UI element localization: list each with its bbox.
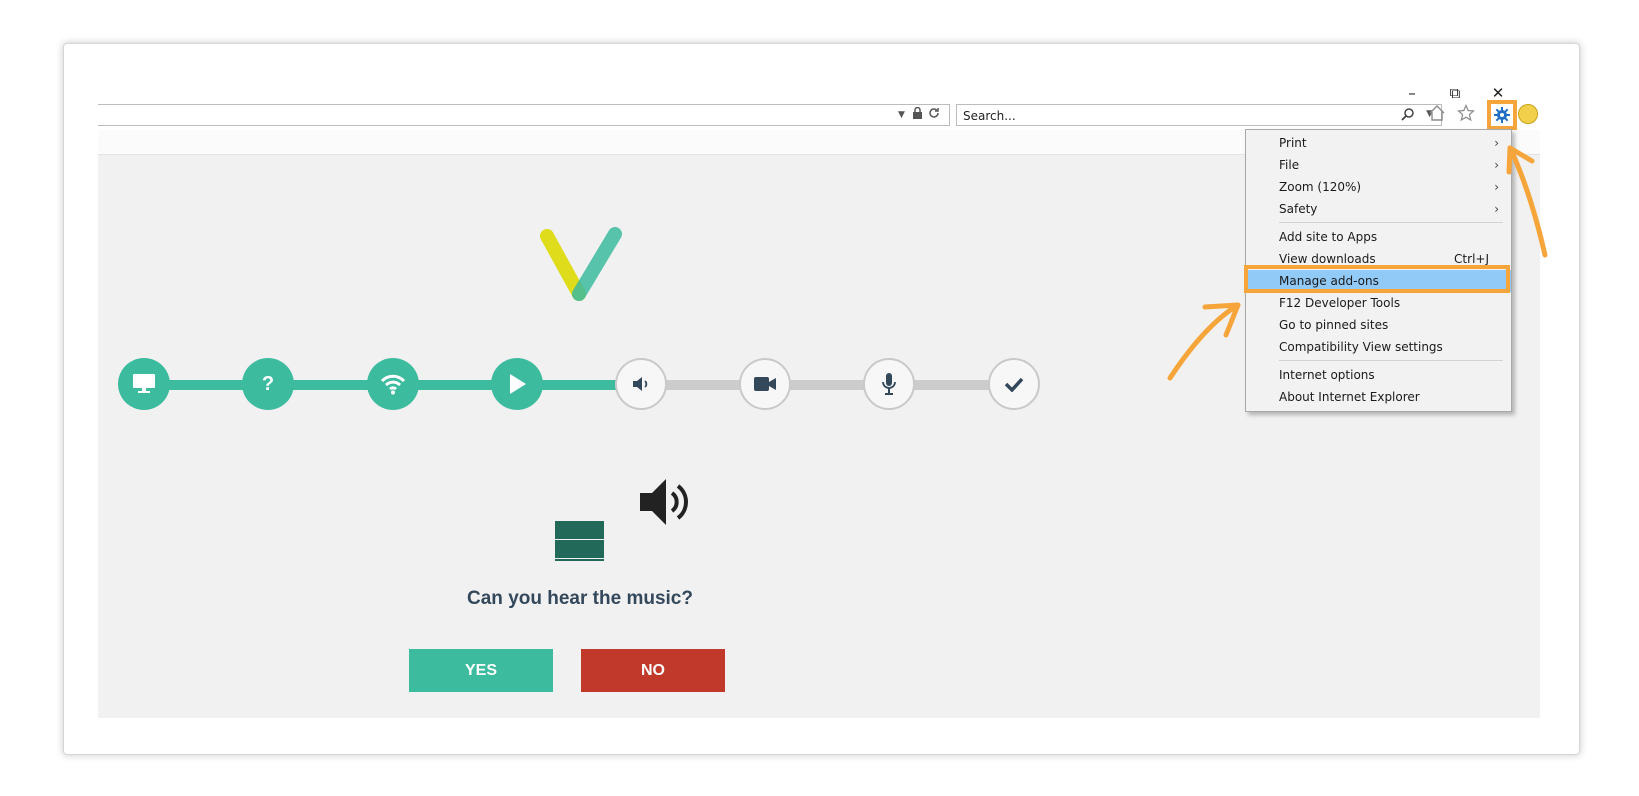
sound-level-meter: [555, 517, 605, 567]
highlight-box-manage-addons: [1244, 265, 1510, 293]
search-icon[interactable]: [1401, 107, 1415, 125]
chevron-right-icon: ›: [1494, 136, 1499, 150]
menu-separator: [1279, 222, 1503, 223]
menu-item-zoom[interactable]: Zoom (120%) ›: [1246, 176, 1511, 198]
refresh-icon[interactable]: [928, 107, 940, 122]
menu-item-label: Print: [1279, 136, 1307, 150]
menu-item-label: Add site to Apps: [1279, 230, 1378, 244]
gear-icon: [1494, 107, 1510, 123]
step-microphone: [863, 358, 915, 410]
progress-remaining-line: [625, 380, 1025, 390]
question-icon: ?: [261, 372, 275, 395]
play-icon: [510, 374, 526, 394]
menu-item-label: About Internet Explorer: [1279, 390, 1420, 404]
restore-button[interactable]: ⧉: [1444, 84, 1466, 102]
step-video: [739, 358, 791, 410]
step-connection: [367, 358, 419, 410]
menu-item-about[interactable]: About Internet Explorer: [1246, 386, 1511, 408]
step-question: ?: [242, 358, 294, 410]
address-bar[interactable]: ▼: [98, 104, 950, 126]
menu-separator: [1279, 360, 1503, 361]
menu-item-add-site[interactable]: Add site to Apps: [1246, 226, 1511, 248]
audio-question: Can you hear the music?: [467, 588, 693, 609]
chevron-right-icon: ›: [1494, 158, 1499, 172]
menu-item-safety[interactable]: Safety ›: [1246, 198, 1511, 220]
step-screen: [118, 358, 170, 410]
no-button[interactable]: NO: [581, 649, 725, 692]
menu-item-internet-options[interactable]: Internet options: [1246, 364, 1511, 386]
check-icon: [1004, 377, 1024, 392]
menu-item-pinned-sites[interactable]: Go to pinned sites: [1246, 314, 1511, 336]
menu-item-dev-tools[interactable]: F12 Developer Tools: [1246, 292, 1511, 314]
yes-button[interactable]: YES: [409, 649, 553, 692]
menu-item-label: Internet options: [1279, 368, 1375, 382]
chevron-right-icon: ›: [1494, 202, 1499, 216]
minimize-button[interactable]: –: [1401, 84, 1423, 102]
app-logo: [537, 226, 627, 310]
step-complete: [988, 358, 1040, 410]
smiley-icon[interactable]: [1518, 104, 1538, 124]
microphone-icon: [882, 373, 896, 395]
step-audio: [615, 358, 667, 410]
volume-icon: [633, 377, 648, 391]
menu-item-label: Go to pinned sites: [1279, 318, 1389, 332]
menu-item-compat-view[interactable]: Compatibility View settings: [1246, 336, 1511, 358]
search-box[interactable]: Search... ▼: [956, 104, 1442, 126]
menu-item-label: File: [1279, 158, 1300, 172]
search-placeholder: Search...: [963, 109, 1016, 123]
address-dropdown-icon[interactable]: ▼: [898, 110, 905, 120]
home-icon[interactable]: [1428, 104, 1446, 126]
wifi-icon: [380, 374, 406, 395]
menu-item-label: Safety: [1279, 202, 1318, 216]
star-icon[interactable]: [1457, 104, 1475, 126]
menu-item-print[interactable]: Print ›: [1246, 132, 1511, 154]
monitor-icon: [133, 374, 155, 393]
menu-item-label: Zoom (120%): [1279, 180, 1362, 194]
menu-item-label: Compatibility View settings: [1279, 340, 1443, 354]
tools-gear-button[interactable]: [1487, 100, 1517, 130]
menu-item-label: F12 Developer Tools: [1279, 296, 1401, 310]
menu-item-file[interactable]: File ›: [1246, 154, 1511, 176]
step-playback: [491, 358, 543, 410]
lock-icon[interactable]: [912, 106, 923, 123]
chevron-right-icon: ›: [1494, 180, 1499, 194]
speaker-icon: [638, 475, 694, 533]
video-camera-icon: [754, 377, 776, 391]
